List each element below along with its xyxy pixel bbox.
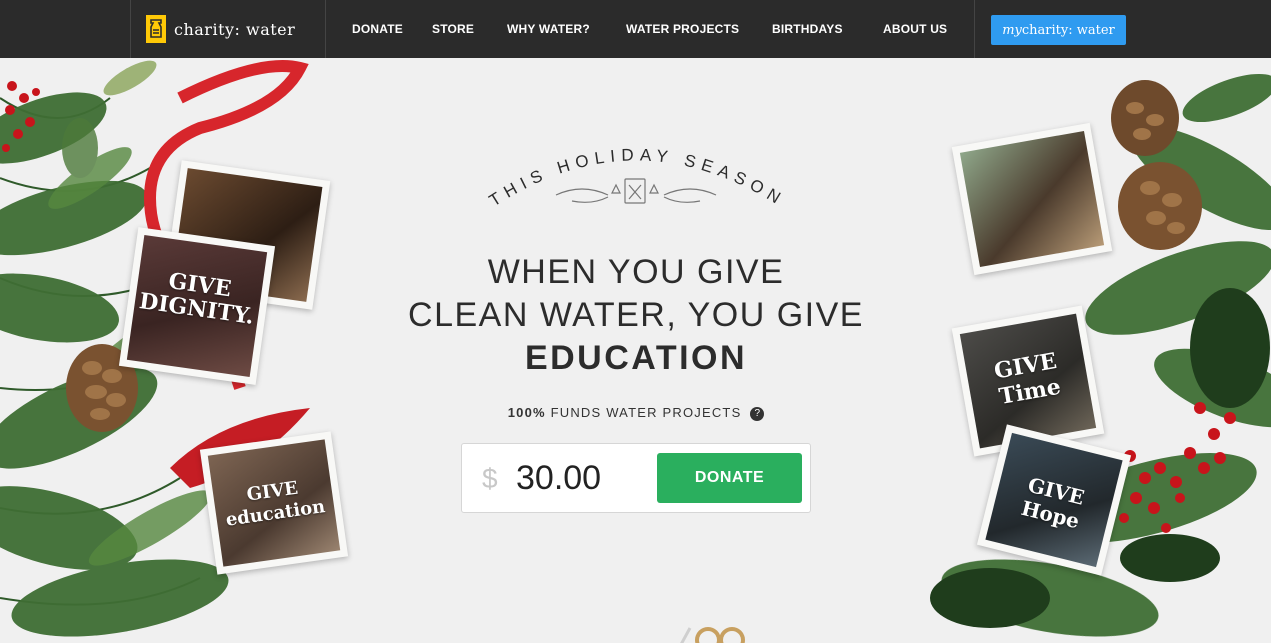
- charity-water-logo[interactable]: charity: water: [146, 15, 295, 43]
- photo-give-dignity: GIVE DIGNITY.: [118, 227, 276, 385]
- headline-line-3: EDUCATION: [524, 339, 748, 377]
- headline-line-2: CLEAN WATER, YOU GIVE: [408, 296, 864, 334]
- photo-give-education: GIVE education: [199, 431, 349, 575]
- nav-store[interactable]: STORE: [432, 22, 474, 36]
- nav-about-us[interactable]: ABOUT US: [883, 22, 947, 36]
- scissors-decoration: [680, 627, 745, 643]
- top-nav: charity: water DONATE STORE WHY WATER? W…: [0, 0, 1271, 58]
- hero-headline: WHEN YOU GIVE CLEAN WATER, YOU GIVE EDUC…: [336, 251, 936, 380]
- funds-note: 100% FUNDS WATER PROJECTS ?: [336, 405, 936, 421]
- donation-form: $ DONATE: [461, 443, 811, 513]
- nav-why-water[interactable]: WHY WATER?: [507, 22, 590, 36]
- nav-divider: [130, 0, 131, 58]
- nav-divider: [325, 0, 326, 58]
- jerrycan-ornament-icon: [555, 178, 717, 204]
- mycharity-suffix: charity: water: [1021, 22, 1115, 38]
- nav-birthdays[interactable]: BIRTHDAYS: [772, 22, 843, 36]
- headline-line-1: WHEN YOU GIVE: [487, 253, 785, 291]
- holiday-hero: GIVE DIGNITY. GIVE education GIVE Time G…: [0, 58, 1271, 643]
- logo-text: charity: water: [174, 19, 296, 39]
- funds-percent: 100%: [507, 405, 546, 420]
- currency-symbol: $: [482, 463, 498, 494]
- give-education-text: GIVE education: [224, 477, 327, 531]
- give-time-text: GIVE Time: [992, 347, 1063, 411]
- nav-divider: [974, 0, 975, 58]
- nav-water-projects[interactable]: WATER PROJECTS: [626, 22, 739, 36]
- help-icon[interactable]: ?: [750, 407, 765, 421]
- mycharity-water-button[interactable]: my charity: water: [991, 15, 1126, 45]
- funds-text: FUNDS WATER PROJECTS: [550, 405, 742, 420]
- give-dignity-text: GIVE DIGNITY.: [137, 267, 256, 330]
- donation-amount-input[interactable]: [516, 456, 646, 500]
- donate-button[interactable]: DONATE: [657, 453, 802, 503]
- nav-donate[interactable]: DONATE: [352, 22, 403, 36]
- give-hope-text: GIVE Hope: [1018, 472, 1087, 534]
- photo-boy-water: [951, 122, 1113, 276]
- jerrycan-icon: [146, 15, 166, 43]
- mycharity-prefix: my: [1002, 22, 1022, 38]
